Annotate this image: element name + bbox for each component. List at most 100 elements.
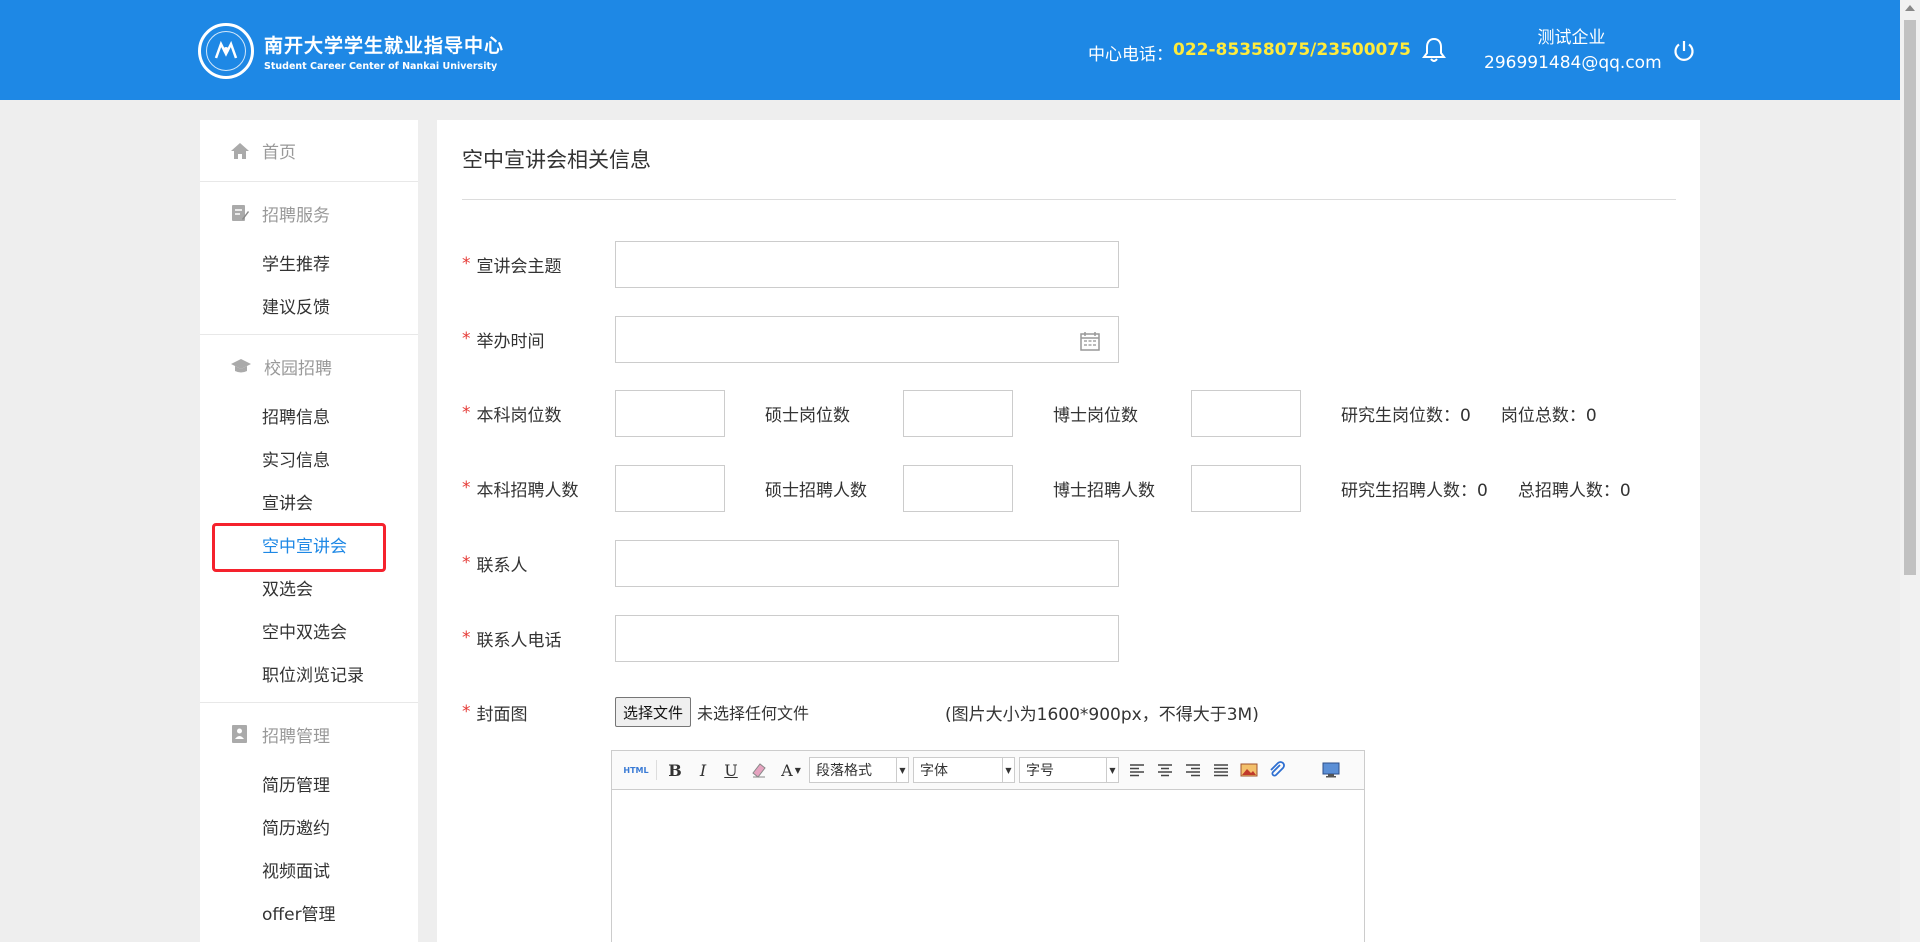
bold-button[interactable]: B (661, 756, 689, 784)
phone-number: 022-85358075/23500075 (1173, 40, 1412, 60)
cover-label: 封面图 (476, 704, 528, 725)
sidebar-group-recruit-service: 招聘服务 学生推荐 建议反馈 (200, 182, 418, 335)
font-family-select[interactable]: 字体 ▼ (913, 757, 1015, 783)
edit-icon (232, 205, 249, 221)
undergrad-hires-input[interactable] (615, 464, 725, 512)
html-source-button[interactable]: HTML (620, 756, 652, 784)
underline-button[interactable]: U (717, 756, 745, 784)
nankai-emblem-icon (198, 23, 254, 79)
user-email: 296991484@qq.com (1484, 53, 1662, 73)
graduation-cap-icon (231, 359, 251, 373)
required-mark: * (462, 553, 471, 573)
paragraph-format-select[interactable]: 段落格式 ▼ (809, 757, 909, 783)
chevron-down-icon: ▼ (1002, 758, 1014, 782)
logo-title-cn: 南开大学学生就业指导中心 (264, 34, 505, 57)
sidebar-item-resume-invite[interactable]: 简历邀约 (200, 808, 418, 851)
sidebar-group-title: 校园招聘 (200, 335, 418, 397)
sidebar-item-recruit-info[interactable]: 招聘信息 (200, 397, 418, 440)
undergrad-positions-input[interactable] (615, 389, 725, 437)
sidebar-item-label: 首页 (262, 143, 296, 163)
contact-input[interactable] (615, 539, 1119, 587)
main-panel: 空中宣讲会相关信息 * 宣讲会主题 * 举办时间 * 本科岗位数 硕士岗位数 博士岗位… (437, 120, 1700, 942)
required-mark: * (462, 329, 471, 349)
time-input[interactable] (615, 315, 1119, 363)
calendar-icon[interactable] (1080, 331, 1100, 351)
align-center-icon[interactable] (1151, 756, 1179, 784)
user-info[interactable]: 测试企业 296991484@qq.com (1484, 26, 1662, 76)
sidebar-item-offer-manage[interactable]: offer管理 (200, 894, 418, 937)
total-positions-stat: 岗位总数：0 (1500, 405, 1597, 426)
contact-label: 联系人 (476, 555, 528, 576)
font-size-select[interactable]: 字号 ▼ (1019, 757, 1119, 783)
topic-input[interactable] (615, 240, 1119, 288)
eraser-icon[interactable] (745, 756, 773, 784)
phd-hires-label: 博士招聘人数 (1053, 480, 1155, 501)
page-scrollbar[interactable] (1900, 0, 1920, 942)
phd-positions-label: 博士岗位数 (1053, 405, 1138, 426)
sidebar-item-student-recommend[interactable]: 学生推荐 (200, 244, 418, 287)
sidebar-group-title: 招聘管理 (200, 703, 418, 765)
file-size-hint: (图片大小为1600*900px，不得大于3M) (945, 704, 1259, 725)
resume-icon (232, 725, 247, 743)
sidebar: 首页 招聘服务 学生推荐 建议反馈 校园招聘 招聘信息 实习信息 宣讲会 空中宣… (200, 120, 418, 942)
sidebar-item-intern-info[interactable]: 实习信息 (200, 440, 418, 483)
master-positions-label: 硕士岗位数 (765, 405, 850, 426)
center-phone: 中心电话： 022-85358075/23500075 (1088, 40, 1411, 65)
sidebar-item-job-fair[interactable]: 双选会 (200, 569, 418, 612)
font-color-button[interactable]: A ▼ (773, 756, 809, 784)
form-row-cover: * 封面图 选择文件 未选择任何文件 (图片大小为1600*900px，不得大于3… (462, 688, 1259, 736)
chevron-down-icon: ▼ (896, 758, 908, 782)
scroll-thumb[interactable] (1904, 20, 1916, 575)
required-mark: * (462, 702, 471, 722)
sidebar-item-view-history[interactable]: 职位浏览记录 (200, 655, 418, 698)
active-item-highlight (212, 523, 386, 572)
page-title: 空中宣讲会相关信息 (462, 148, 651, 172)
form-row-hires: * 本科招聘人数 硕士招聘人数 博士招聘人数 研究生招聘人数：0 总招聘人数：0 (462, 464, 1631, 512)
user-name: 测试企业 (1537, 28, 1606, 48)
align-left-icon[interactable] (1123, 756, 1151, 784)
contact-phone-label: 联系人电话 (476, 630, 562, 651)
contact-phone-input[interactable] (615, 614, 1119, 662)
total-hires-stat: 总招聘人数：0 (1517, 480, 1631, 501)
grad-hires-stat: 研究生招聘人数：0 (1341, 480, 1488, 501)
sidebar-item-video-interview[interactable]: 视频面试 (200, 851, 418, 894)
logo-title-en: Student Career Center of Nankai Universi… (264, 60, 498, 72)
align-justify-icon[interactable] (1207, 756, 1235, 784)
bell-icon[interactable] (1421, 36, 1447, 68)
sidebar-item-feedback[interactable]: 建议反馈 (200, 287, 418, 330)
choose-file-button[interactable]: 选择文件 (615, 697, 692, 727)
sidebar-group-campus-recruit: 校园招聘 招聘信息 实习信息 宣讲会 空中宣讲会 双选会 空中双选会 职位浏览记… (200, 335, 418, 703)
rich-text-editor: HTML B I U A ▼ 段落格式 ▼ 字体 ▼ 字号 ▼ (611, 750, 1365, 942)
time-label: 举办时间 (476, 331, 545, 352)
form-row-contact: * 联系人 (462, 539, 1119, 587)
phone-label: 中心电话： (1088, 45, 1173, 65)
undergrad-hires-label: 本科招聘人数 (476, 480, 579, 501)
phd-positions-input[interactable] (1191, 389, 1301, 437)
italic-button[interactable]: I (689, 756, 717, 784)
fullscreen-icon[interactable] (1317, 756, 1345, 784)
home-icon (231, 142, 249, 159)
phd-hires-input[interactable] (1191, 464, 1301, 512)
required-mark: * (462, 254, 471, 274)
required-mark: * (462, 403, 471, 423)
sidebar-item-seminar[interactable]: 宣讲会 (200, 483, 418, 526)
image-icon[interactable] (1235, 756, 1263, 784)
required-mark: * (462, 628, 471, 648)
align-right-icon[interactable] (1179, 756, 1207, 784)
sidebar-item-home[interactable]: 首页 (200, 120, 418, 182)
form-row-positions: * 本科岗位数 硕士岗位数 博士岗位数 研究生岗位数：0 岗位总数：0 (462, 389, 1597, 437)
form-row-topic: * 宣讲会主题 (462, 240, 1119, 288)
master-positions-input[interactable] (903, 389, 1013, 437)
master-hires-input[interactable] (903, 464, 1013, 512)
attachment-icon[interactable] (1263, 756, 1291, 784)
power-icon[interactable] (1672, 39, 1696, 67)
master-hires-label: 硕士招聘人数 (765, 480, 867, 501)
sidebar-item-online-job-fair[interactable]: 空中双选会 (200, 612, 418, 655)
logo[interactable]: 南开大学学生就业指导中心 Student Career Center of Na… (198, 22, 504, 80)
form-row-time: * 举办时间 (462, 315, 1119, 363)
form-row-contact-phone: * 联系人电话 (462, 614, 1119, 662)
sidebar-group-recruit-manage: 招聘管理 简历管理 简历邀约 视频面试 offer管理 (200, 703, 418, 937)
scroll-up-arrow-icon[interactable] (1905, 5, 1915, 11)
sidebar-group-title: 招聘服务 (200, 182, 418, 244)
sidebar-item-resume-manage[interactable]: 简历管理 (200, 765, 418, 808)
